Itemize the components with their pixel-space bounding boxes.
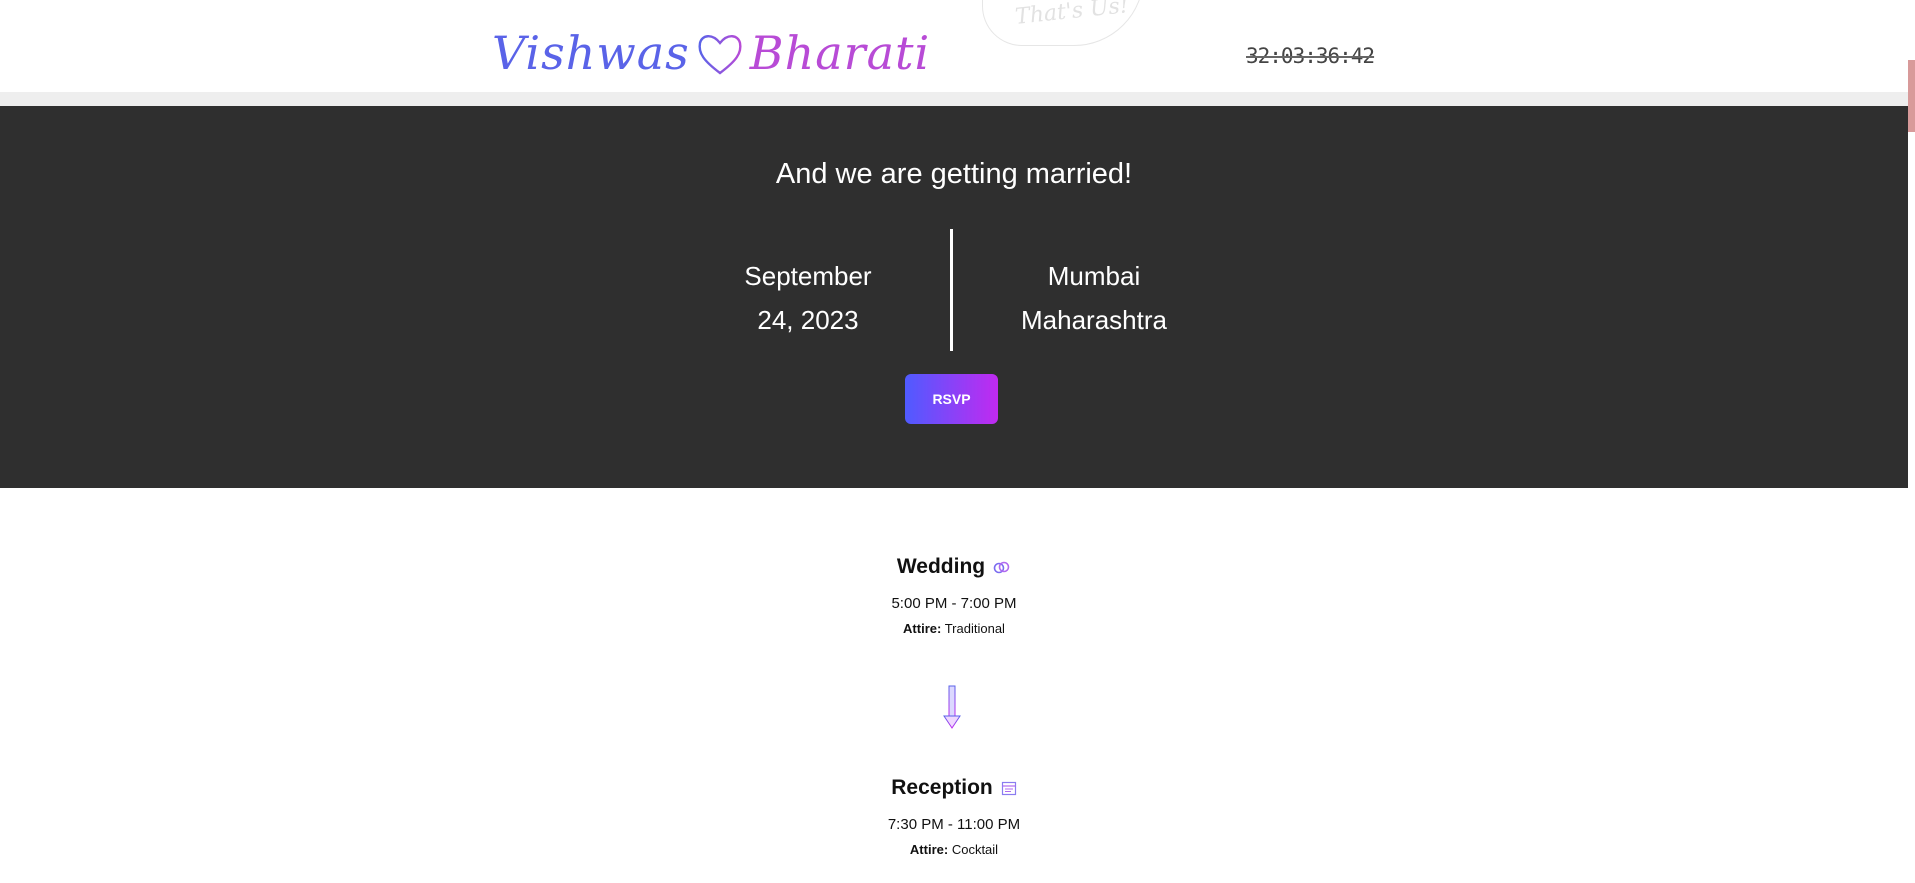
wedding-date: September 24, 2023: [678, 254, 938, 342]
location-state: Maharashtra: [1021, 305, 1167, 335]
header-divider: [0, 92, 1908, 106]
rsvp-button[interactable]: RSVP: [905, 374, 998, 424]
date-month: September: [744, 261, 872, 291]
event-wedding: Wedding 5:00 PM - 7:00 PM Attire: Tradit…: [0, 555, 1908, 636]
wedding-location: Mumbai Maharashtra: [964, 254, 1224, 342]
location-city: Mumbai: [1047, 261, 1141, 291]
event-time: 7:30 PM - 11:00 PM: [887, 816, 1021, 833]
logo-groom-name: Vishwas: [492, 26, 690, 80]
attire-label: Attire:: [903, 621, 942, 636]
countdown-timer: 32:03:36:42: [1246, 44, 1375, 68]
heart-icon: [698, 35, 742, 75]
arrow-down-icon: [943, 685, 961, 729]
couple-logo[interactable]: Vishwas Bharati: [492, 18, 930, 88]
event-title-wrap: Reception: [891, 776, 1017, 800]
event-title: Reception: [891, 776, 993, 799]
event-title-wrap: Wedding: [897, 555, 1011, 579]
rings-icon: [993, 561, 1010, 574]
attire-label: Attire:: [909, 842, 949, 857]
event-time: 5:00 PM - 7:00 PM: [891, 595, 1017, 612]
announcement-title: And we are getting married!: [775, 158, 1133, 190]
stamp-text: That's Us!: [1014, 0, 1130, 30]
that-s-us-stamp[interactable]: That's Us!: [982, 0, 1144, 46]
event-attire: Attire: Cocktail: [0, 842, 1908, 857]
event-reception: Reception 7:30 PM - 11:00 PM Attire: Coc…: [0, 776, 1908, 857]
vertical-divider: [950, 229, 953, 351]
event-title: Wedding: [896, 555, 986, 578]
site-header: Vishwas Bharati That's Us! 32:03:36:42: [0, 0, 1908, 92]
calendar-icon: [1001, 781, 1016, 796]
attire-value: Cocktail: [951, 842, 999, 857]
date-day-year: 24, 2023: [757, 305, 859, 335]
logo-bride-name: Bharati: [749, 26, 931, 80]
scrollbar-thumb[interactable]: [1908, 60, 1915, 132]
announcement-section: And we are getting married! September 24…: [0, 106, 1908, 488]
attire-value: Traditional: [944, 621, 1005, 636]
event-attire: Attire: Traditional: [0, 621, 1908, 636]
